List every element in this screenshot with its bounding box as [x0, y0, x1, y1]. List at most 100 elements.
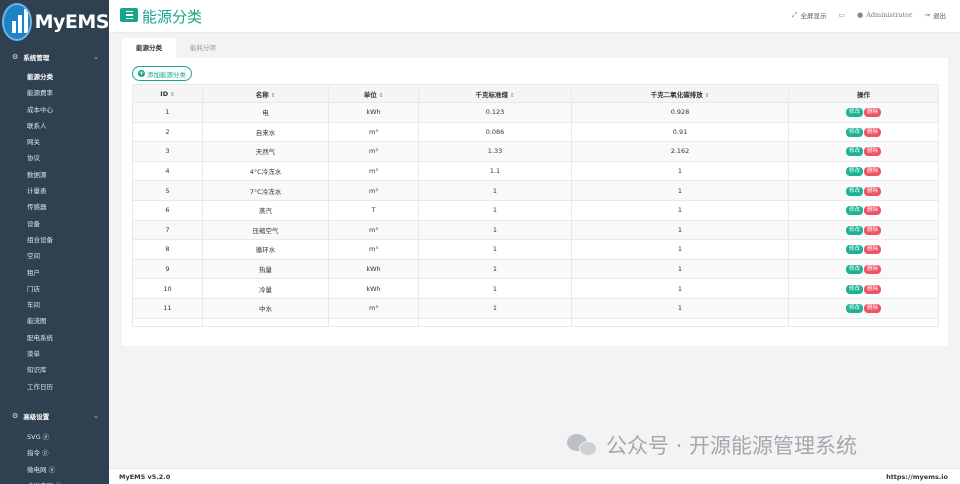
sort-icon: ⇕	[378, 92, 384, 99]
sidebar-item[interactable]: 联系人	[0, 118, 109, 134]
sidebar-item[interactable]: 空间	[0, 248, 109, 264]
table-cell: 1	[418, 297, 572, 319]
edit-button[interactable]: 修改	[845, 147, 863, 157]
table-cell: 1.1	[418, 160, 572, 182]
user-menu[interactable]: ● Administrator	[857, 11, 912, 19]
sidebar-item[interactable]: 能源分类	[0, 69, 109, 85]
website-link[interactable]: https://myems.io	[886, 473, 948, 481]
table-cell: m³	[328, 180, 419, 201]
edit-button[interactable]: 修改	[845, 206, 863, 216]
edit-button[interactable]: 修改	[845, 265, 863, 275]
delete-button[interactable]: 删除	[864, 167, 882, 177]
delete-button[interactable]: 删除	[864, 127, 882, 137]
nav-group-label: 系统管理	[23, 53, 50, 62]
page-title: 能源分类	[142, 8, 203, 26]
table-cell: 循环水	[202, 239, 329, 260]
table-cell: 4	[132, 160, 203, 182]
sidebar-item[interactable]: 设备	[0, 216, 109, 232]
tab-energy-category[interactable]: 能源分类	[122, 38, 176, 58]
sidebar-item[interactable]: 组合设备	[0, 232, 109, 248]
sort-icon: ⇕	[270, 92, 276, 99]
sidebar-item[interactable]: 数据源	[0, 167, 109, 183]
table-row: 10 冷量 kWh 1 1 修改 删除	[132, 278, 939, 299]
sidebar-item[interactable]: 能流图	[0, 313, 109, 329]
nav-group-advanced[interactable]: ⚙ 高级设置 ⌄	[0, 404, 109, 429]
delete-button[interactable]: 删除	[864, 206, 882, 216]
sidebar-item[interactable]: 门店	[0, 281, 109, 297]
sidebar-item[interactable]: 菜单	[0, 346, 109, 362]
table-row: 3 天然气 m³ 1.33 2.162 修改 删除	[132, 141, 939, 162]
table-cell: 1	[418, 219, 572, 241]
watermark: 公众号 · 开源能源管理系统	[567, 430, 857, 460]
sidebar-item[interactable]: 配电系统	[0, 330, 109, 346]
edit-button[interactable]: 修改	[845, 127, 863, 137]
edit-button[interactable]: 修改	[845, 304, 863, 314]
actions-cell: 修改 删除	[788, 180, 939, 201]
column-header[interactable]: 单位 ⇕	[328, 84, 419, 103]
edit-button[interactable]: 修改	[845, 167, 863, 177]
delete-button[interactable]: 删除	[864, 147, 882, 157]
edit-button[interactable]: 修改	[845, 225, 863, 235]
delete-button[interactable]: 删除	[864, 304, 882, 314]
delete-button[interactable]: 删除	[864, 245, 882, 255]
actions-cell: 修改 删除	[788, 219, 939, 241]
monitor-icon: ▭	[838, 11, 846, 19]
nav-group-system[interactable]: ⚙ 系统管理 ⌄	[0, 44, 109, 69]
delete-button[interactable]: 删除	[864, 186, 882, 196]
logo[interactable]: MyEMS	[0, 0, 109, 44]
edit-button[interactable]: 修改	[845, 186, 863, 196]
edit-button[interactable]: 修改	[845, 108, 863, 118]
table-cell: 9	[132, 258, 203, 280]
table-cell: 1	[571, 258, 789, 280]
wechat-icon	[567, 432, 599, 458]
column-header[interactable]: 名称 ⇕	[202, 84, 329, 103]
column-header[interactable]: 千克二氧化碳排放 ⇕	[571, 84, 789, 103]
delete-button[interactable]: 删除	[864, 265, 882, 275]
sidebar-item[interactable]: 租户	[0, 265, 109, 281]
sidebar-item[interactable]: 知识库	[0, 362, 109, 378]
table-cell: 1	[418, 199, 572, 221]
sidebar-item[interactable]: 网关	[0, 134, 109, 150]
add-energy-category-button[interactable]: + 添加能源分类	[132, 66, 192, 81]
expand-icon: ⤢	[791, 10, 798, 19]
table-cell: 2	[132, 121, 203, 143]
plus-icon: +	[138, 70, 145, 77]
sidebar-item[interactable]: 指令 ⓟ	[0, 445, 109, 461]
edit-button[interactable]: 修改	[845, 245, 863, 255]
sidebar-item[interactable]: 微电网 ⓟ	[0, 462, 109, 478]
sidebar-item[interactable]: 成本中心	[0, 102, 109, 118]
delete-button[interactable]: 删除	[864, 284, 882, 294]
chevron-down-icon: ⌄	[93, 412, 99, 421]
sidebar-item[interactable]: SVG ⓟ	[0, 429, 109, 445]
table-cell: 自来水	[202, 121, 329, 143]
actions-cell: 修改 删除	[788, 141, 939, 162]
delete-button[interactable]: 删除	[864, 225, 882, 235]
table-cell: m³	[328, 141, 419, 162]
actions-cell: 修改 删除	[788, 102, 939, 123]
sidebar-item[interactable]: 能源费率	[0, 85, 109, 101]
sidebar-item[interactable]: 虚拟电厂 ⓟ	[0, 478, 109, 484]
table-row: 8 循环水 m³ 1 1 修改 删除	[132, 239, 939, 260]
monitor-button[interactable]: ▭	[838, 11, 845, 19]
actions-cell: 修改 删除	[788, 160, 939, 182]
sidebar-item[interactable]: 计量表	[0, 183, 109, 199]
tab-energy-item[interactable]: 能耗分项	[176, 38, 230, 58]
column-header[interactable]: 千克标准煤 ⇕	[418, 84, 572, 103]
table-cell: m³	[328, 219, 419, 241]
sidebar-item[interactable]: 车间	[0, 297, 109, 313]
sidebar-item[interactable]: 协议	[0, 150, 109, 166]
table-cell: 1	[571, 160, 789, 182]
sidebar-item[interactable]: 工作日历	[0, 379, 109, 395]
table-cell: 1	[418, 258, 572, 280]
fullscreen-button[interactable]: ⤢ 全屏显示	[791, 10, 827, 21]
logo-icon	[2, 3, 32, 41]
logo-text: MyEMS	[34, 11, 109, 33]
sidebar-item[interactable]: 传感器	[0, 199, 109, 215]
actions-cell: 修改 删除	[788, 239, 939, 260]
edit-button[interactable]: 修改	[845, 284, 863, 294]
logout-button[interactable]: ⇥ 退出	[924, 10, 946, 20]
delete-button[interactable]: 删除	[864, 108, 882, 118]
menu-toggle-button[interactable]	[120, 8, 138, 22]
column-header[interactable]: ID ⇕	[132, 84, 203, 103]
gears-icon: ⚙	[12, 412, 19, 421]
